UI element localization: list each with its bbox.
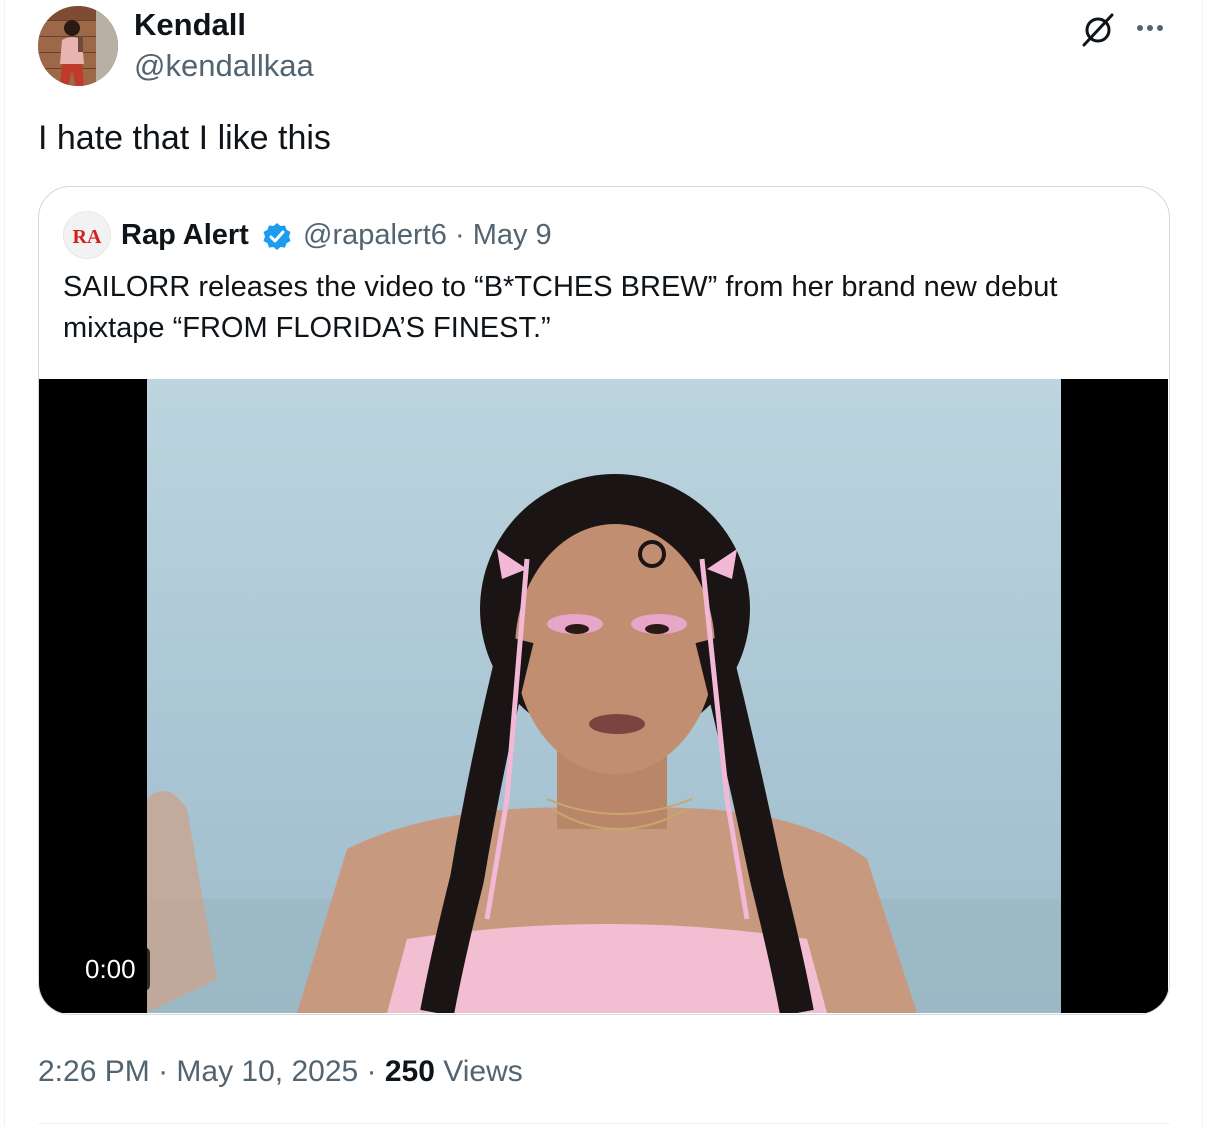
quoted-logo-text: RA xyxy=(73,226,102,248)
tweet-text: I hate that I like this xyxy=(38,119,331,157)
video-player[interactable]: 0:00 xyxy=(39,379,1168,1013)
quoted-handle[interactable]: @rapalert6 xyxy=(303,219,447,251)
avatar-photo xyxy=(38,6,118,86)
author-handle[interactable]: @kendallkaa xyxy=(134,47,314,85)
tweet-time[interactable]: 2:26 PM xyxy=(38,1055,150,1088)
quoted-text: SAILORR releases the video to “B*TCHES B… xyxy=(63,271,1058,344)
verified-badge-icon xyxy=(261,221,293,253)
quoted-separator: · xyxy=(446,219,473,251)
views-label: Views xyxy=(443,1055,523,1088)
quoted-avatar[interactable]: RA xyxy=(63,211,111,259)
divider xyxy=(38,1123,1170,1124)
video-thumbnail xyxy=(147,379,1061,1013)
quoted-author-name[interactable]: Rap Alert xyxy=(121,217,249,253)
views-count: 250 xyxy=(384,1055,435,1088)
more-icon[interactable] xyxy=(1130,10,1170,46)
author-name[interactable]: Kendall xyxy=(134,6,246,44)
video-timer: 0:00 xyxy=(71,947,150,991)
tweet-footer: 2:26 PM · May 10, 2025 · 250 Views xyxy=(38,1053,523,1091)
quoted-date[interactable]: May 9 xyxy=(473,219,552,251)
quoted-meta: @rapalert6 · May 9 xyxy=(303,217,552,253)
quoted-tweet[interactable]: RA Rap Alert @rapalert6 · May 9 SAILORR … xyxy=(38,186,1170,1015)
grok-icon[interactable] xyxy=(1078,10,1118,50)
tweet-date[interactable]: May 10, 2025 xyxy=(176,1055,358,1088)
footer-separator-2: · xyxy=(358,1055,385,1088)
footer-separator-1: · xyxy=(149,1055,177,1088)
avatar[interactable] xyxy=(38,6,118,86)
